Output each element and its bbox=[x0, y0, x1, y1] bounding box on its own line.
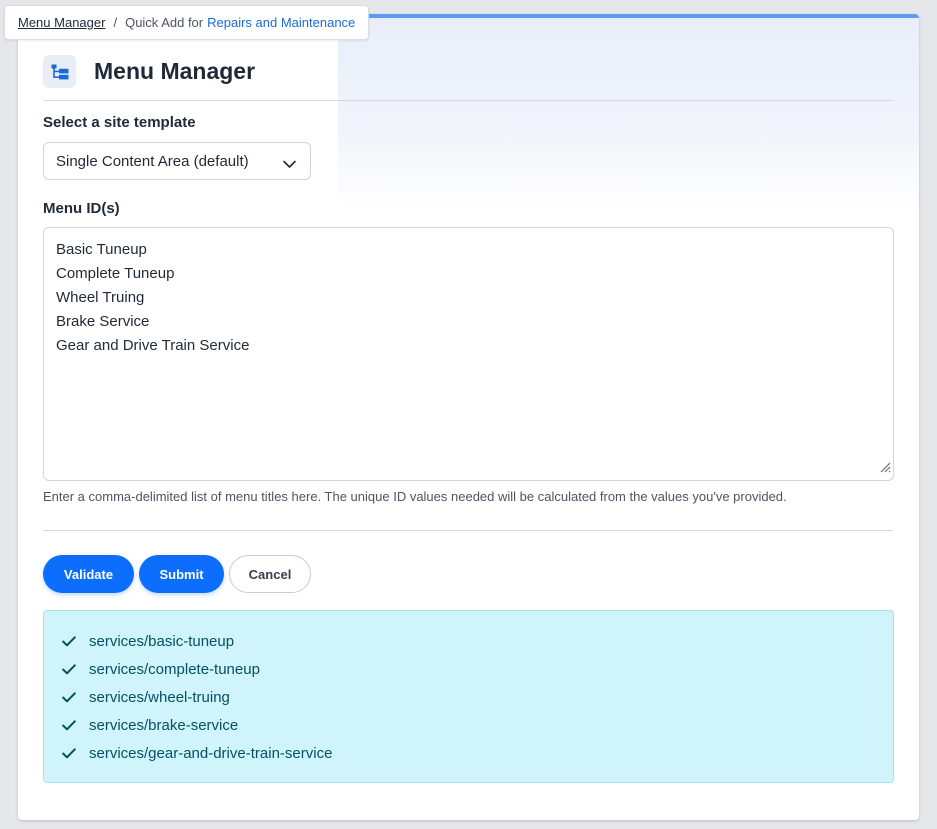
chevron-down-icon bbox=[283, 156, 296, 173]
breadcrumb-current-link[interactable]: Repairs and Maintenance bbox=[207, 15, 355, 30]
breadcrumb-home-link[interactable]: Menu Manager bbox=[18, 15, 105, 30]
result-item: services/brake-service bbox=[62, 711, 893, 739]
result-item: services/gear-and-drive-train-service bbox=[62, 739, 893, 767]
result-item: services/basic-tuneup bbox=[62, 627, 893, 655]
menu-id-line: Wheel Truing bbox=[56, 289, 145, 306]
result-id: services/wheel-truing bbox=[89, 688, 230, 706]
site-template-value: Single Content Area (default) bbox=[56, 152, 249, 170]
menu-ids-textarea[interactable]: Basic Tuneup Complete Tuneup Wheel Truin… bbox=[43, 227, 894, 481]
resize-handle-icon[interactable] bbox=[879, 460, 891, 478]
validate-button[interactable]: Validate bbox=[43, 555, 134, 593]
result-id: services/complete-tuneup bbox=[89, 660, 260, 678]
sitemap-icon bbox=[43, 55, 76, 88]
breadcrumb: Menu Manager / Quick Add for Repairs and… bbox=[4, 5, 369, 40]
page-header: Menu Manager bbox=[43, 55, 255, 88]
site-template-label: Select a site template bbox=[43, 114, 196, 131]
breadcrumb-prefix: Quick Add for bbox=[125, 15, 204, 30]
menu-id-line: Basic Tuneup bbox=[56, 241, 147, 258]
menu-manager-card: Menu Manager Select a site template Sing… bbox=[18, 14, 919, 820]
check-icon bbox=[62, 663, 78, 675]
result-id: services/gear-and-drive-train-service bbox=[89, 744, 333, 762]
site-template-select[interactable]: Single Content Area (default) bbox=[43, 142, 311, 180]
check-icon bbox=[62, 747, 78, 759]
submit-button[interactable]: Submit bbox=[139, 555, 224, 593]
page-title: Menu Manager bbox=[94, 58, 256, 84]
menu-id-line: Complete Tuneup bbox=[56, 265, 175, 282]
check-icon bbox=[62, 691, 78, 703]
menu-id-line: Brake Service bbox=[56, 313, 150, 330]
card-header-glow bbox=[338, 18, 919, 208]
header-divider bbox=[43, 100, 893, 101]
result-item: services/wheel-truing bbox=[62, 683, 893, 711]
result-item: services/complete-tuneup bbox=[62, 655, 893, 683]
validation-results: services/basic-tuneup services/complete-… bbox=[43, 610, 894, 783]
check-icon bbox=[62, 719, 78, 731]
menu-ids-label: Menu ID(s) bbox=[43, 200, 120, 217]
breadcrumb-separator: / bbox=[113, 15, 118, 30]
actions-divider bbox=[43, 530, 893, 531]
check-icon bbox=[62, 635, 78, 647]
cancel-button[interactable]: Cancel bbox=[229, 555, 311, 593]
menu-ids-help-text: Enter a comma-delimited list of menu tit… bbox=[43, 489, 787, 504]
result-id: services/brake-service bbox=[89, 716, 239, 734]
result-id: services/basic-tuneup bbox=[89, 632, 235, 650]
menu-id-line: Gear and Drive Train Service bbox=[56, 337, 250, 354]
